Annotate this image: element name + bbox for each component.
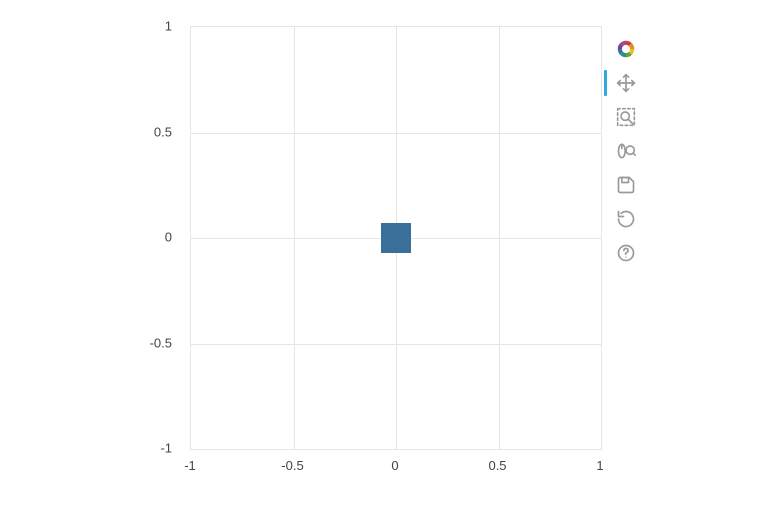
box-zoom-icon xyxy=(616,107,636,127)
y-tick-label: 0 xyxy=(132,230,172,245)
x-tick-label: -0.5 xyxy=(281,458,303,473)
figure-stage: -1 -0.5 0 0.5 1 -1 -0.5 0 0.5 1 xyxy=(0,0,768,512)
data-marker xyxy=(381,223,411,253)
plot-toolbar xyxy=(612,32,640,270)
bokeh-logo[interactable] xyxy=(612,35,640,63)
reset-icon xyxy=(616,209,636,229)
box-zoom-tool[interactable] xyxy=(612,103,640,131)
help-icon xyxy=(616,243,636,263)
x-tick-label: 1 xyxy=(596,458,603,473)
y-tick-label: 1 xyxy=(132,19,172,34)
y-tick-label: -1 xyxy=(132,441,172,456)
y-tick-label: -0.5 xyxy=(132,335,172,350)
move-icon xyxy=(616,73,636,93)
x-tick-label: 0 xyxy=(391,458,398,473)
save-icon xyxy=(616,175,636,195)
pan-tool[interactable] xyxy=(612,69,640,97)
y-tick-label: 0.5 xyxy=(132,124,172,139)
gridline-horizontal xyxy=(191,344,601,345)
gridline-horizontal xyxy=(191,133,601,134)
x-tick-label: -1 xyxy=(184,458,196,473)
reset-tool[interactable] xyxy=(612,205,640,233)
wheel-zoom-tool[interactable] xyxy=(612,137,640,165)
help-tool[interactable] xyxy=(612,239,640,267)
x-tick-label: 0.5 xyxy=(488,458,506,473)
plot-area[interactable] xyxy=(190,26,602,450)
save-tool[interactable] xyxy=(612,171,640,199)
wheel-zoom-icon xyxy=(616,141,636,161)
